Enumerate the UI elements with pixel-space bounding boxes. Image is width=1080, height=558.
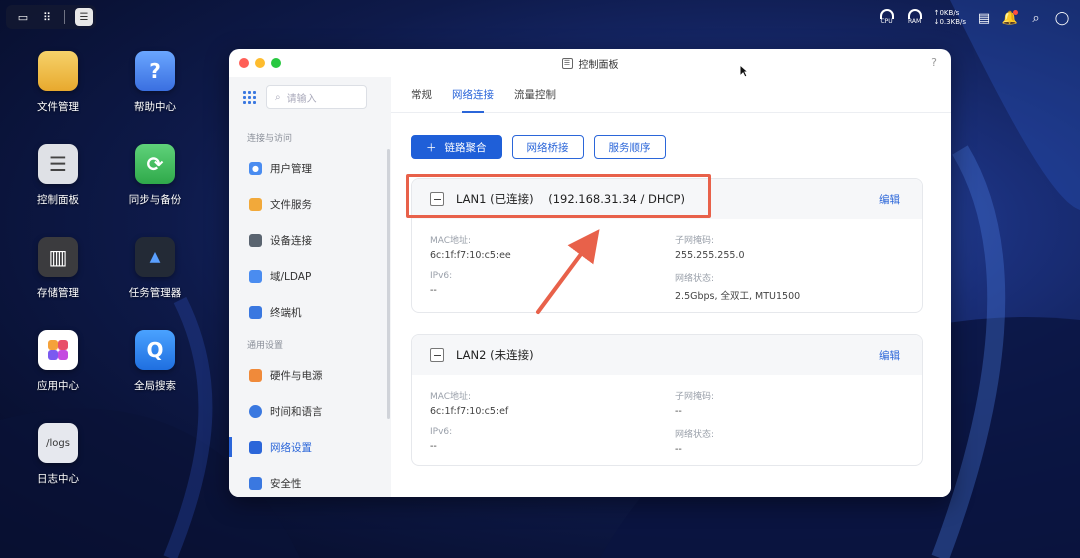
network-bridge-button[interactable]: 网络桥接 xyxy=(511,135,584,159)
control-panel-icon: ☰ xyxy=(561,57,573,69)
ipv6-value: -- xyxy=(430,285,437,296)
sidebar-group-label: 连接与访问 xyxy=(247,134,293,144)
collapse-icon[interactable] xyxy=(430,348,444,362)
tab-bar: 常规 网络连接 流量控制 xyxy=(391,77,951,113)
app-center-icon xyxy=(38,330,78,370)
lan2-title: LAN2 (未连接) xyxy=(456,348,534,362)
desktop-log-center[interactable]: /logs 日志中心 xyxy=(18,423,98,486)
mac-label: MAC地址: xyxy=(430,392,472,402)
desktop-icon[interactable]: ▭ xyxy=(16,10,30,24)
ipv6-label: IPv6: xyxy=(430,427,453,437)
tab-network-connection[interactable]: 网络连接 xyxy=(452,77,494,113)
network-status-value: 2.5Gbps, 全双工, MTU1500 xyxy=(675,291,801,302)
notification-dot xyxy=(1013,10,1018,15)
close-button[interactable] xyxy=(239,58,249,68)
desktop-control-panel[interactable]: ☰ 控制面板 xyxy=(18,144,98,207)
device-icon xyxy=(249,233,262,247)
sidebar-item-network-settings[interactable]: 网络设置 xyxy=(229,429,391,465)
tab-general[interactable]: 常规 xyxy=(411,77,432,113)
sync-icon: ⟳ xyxy=(135,144,175,184)
lan1-edit-link[interactable]: 编辑 xyxy=(879,192,900,207)
logs-icon: /logs xyxy=(38,423,78,463)
sidebar-item-security[interactable]: 安全性 xyxy=(229,465,391,497)
sidebar-group-label: 通用设置 xyxy=(247,341,284,351)
status-bar: CPU RAM ↑0KB/s ↓0.3KB/s ▤ 🔔 ⌕ ◯ xyxy=(878,6,1070,30)
apps-grid-icon[interactable] xyxy=(243,90,256,104)
desktop-file-manager[interactable]: 文件管理 xyxy=(18,51,98,114)
subnet-mask-label: 子网掩码: xyxy=(675,392,715,402)
service-order-button[interactable]: 服务顺序 xyxy=(593,135,666,159)
subnet-mask-value: 255.255.255.0 xyxy=(675,250,745,261)
lan2-card: LAN2 (未连接) 编辑 MAC地址: 6c:1f:f7:10:c5:ef 子网… xyxy=(411,334,923,466)
sidebar-item-users[interactable]: ● 用户管理 xyxy=(229,150,391,186)
folder-icon xyxy=(249,197,262,211)
sidebar-item-terminal[interactable]: 终端机 xyxy=(229,294,391,330)
mac-label: MAC地址: xyxy=(430,236,472,246)
maximize-button[interactable] xyxy=(271,58,281,68)
control-panel-taskbar-icon[interactable]: ☰ xyxy=(75,8,93,26)
tab-traffic-control[interactable]: 流量控制 xyxy=(514,77,556,113)
lan2-header[interactable]: LAN2 (未连接) 编辑 xyxy=(412,335,922,375)
drives-icon: ▥ xyxy=(38,237,78,277)
ipv6-value: -- xyxy=(430,441,437,452)
sidebar-item-ldap[interactable]: 域/LDAP xyxy=(229,258,391,294)
magnifier-icon: Q xyxy=(135,330,175,370)
cpu-gauge[interactable]: CPU xyxy=(878,9,896,27)
minimize-button[interactable] xyxy=(255,58,265,68)
subnet-mask-label: 子网掩码: xyxy=(675,236,715,246)
network-status-value: -- xyxy=(675,444,682,455)
sidebar-item-device-connection[interactable]: 设备连接 xyxy=(229,222,391,258)
network-icon xyxy=(249,440,262,454)
window-title: ☰ 控制面板 xyxy=(229,56,951,71)
domain-icon xyxy=(249,269,262,283)
desktop-global-search[interactable]: Q 全局搜索 xyxy=(115,330,195,393)
ram-gauge[interactable]: RAM xyxy=(906,9,924,27)
mouse-cursor-icon xyxy=(739,64,749,78)
annotation-highlight-box xyxy=(406,174,711,218)
window-titlebar[interactable]: ☰ 控制面板 ? xyxy=(229,49,951,77)
plus-icon: ＋ xyxy=(426,141,437,154)
sidebar-search-input[interactable]: ⌕ 请输入 xyxy=(266,85,367,109)
sidebar-item-file-services[interactable]: 文件服务 xyxy=(229,186,391,222)
user-icon[interactable]: ◯ xyxy=(1054,10,1070,26)
apps-grid-icon[interactable]: ⠿ xyxy=(40,10,54,24)
desktop-sync-backup[interactable]: ⟳ 同步与备份 xyxy=(115,144,195,207)
help-button[interactable]: ? xyxy=(931,56,937,69)
mac-value: 6c:1f:f7:10:c5:ee xyxy=(430,250,511,261)
desktop-task-manager[interactable]: ▲ 任务管理器 xyxy=(115,237,195,300)
question-icon: ? xyxy=(135,51,175,91)
sidebar: ⌕ 请输入 连接与访问 ● 用户管理 文件服务 设备连接 域/LDAP 终端机 通… xyxy=(229,77,391,497)
search-icon[interactable]: ⌕ xyxy=(1028,10,1044,26)
user-icon: ● xyxy=(249,161,262,175)
sidebar-item-hardware-power[interactable]: 硬件与电源 xyxy=(229,357,391,393)
server-icon[interactable]: ▤ xyxy=(976,10,992,26)
desktop-app-center[interactable]: 应用中心 xyxy=(18,330,98,393)
activity-chart-icon: ▲ xyxy=(135,237,175,277)
desktop-help-center[interactable]: ? 帮助中心 xyxy=(115,51,195,114)
control-panel-window: ☰ 控制面板 ? ⌕ 请输入 连接与访问 ● 用户管理 文件服务 设备连接 域/L… xyxy=(229,49,951,497)
mac-value: 6c:1f:f7:10:c5:ef xyxy=(430,406,509,417)
clock-icon xyxy=(249,404,262,418)
taskbar-left: ▭ ⠿ ☰ xyxy=(6,5,96,29)
folder-icon xyxy=(38,51,78,91)
bell-icon[interactable]: 🔔 xyxy=(1002,10,1018,26)
terminal-icon xyxy=(249,305,262,319)
desktop-storage-manager[interactable]: ▥ 存储管理 xyxy=(18,237,98,300)
main-panel: 常规 网络连接 流量控制 ＋链路聚合 网络桥接 服务顺序 LAN1 (已连接) … xyxy=(391,77,951,497)
taskbar-divider xyxy=(64,10,65,24)
lan2-edit-link[interactable]: 编辑 xyxy=(879,348,900,363)
link-aggregation-button[interactable]: ＋链路聚合 xyxy=(411,135,502,159)
ipv6-label: IPv6: xyxy=(430,271,453,281)
network-speed[interactable]: ↑0KB/s ↓0.3KB/s xyxy=(934,9,966,27)
network-status-label: 网络状态: xyxy=(675,274,715,284)
hardware-icon xyxy=(249,368,262,382)
subnet-mask-value: -- xyxy=(675,406,682,417)
sliders-icon: ☰ xyxy=(38,144,78,184)
toolbar: ＋链路聚合 网络桥接 服务顺序 xyxy=(391,113,951,159)
sidebar-item-time-language[interactable]: 时间和语言 xyxy=(229,393,391,429)
search-icon: ⌕ xyxy=(275,91,281,103)
sidebar-scrollbar[interactable] xyxy=(387,149,390,419)
shield-icon xyxy=(249,476,262,490)
network-status-label: 网络状态: xyxy=(675,430,715,440)
